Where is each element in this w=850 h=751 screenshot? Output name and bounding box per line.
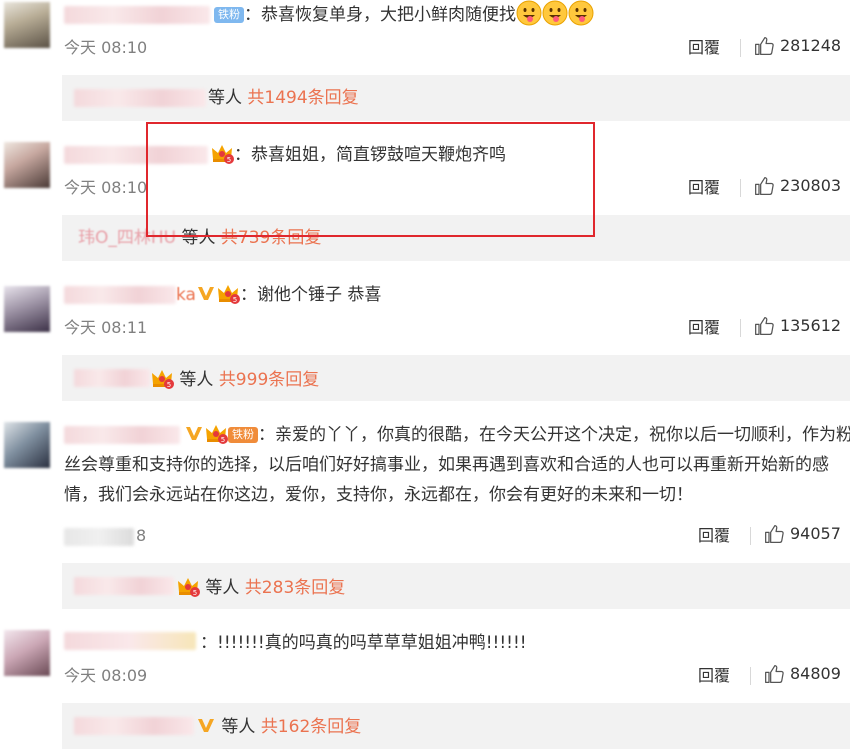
reply-button[interactable]: 回覆: [688, 178, 720, 198]
sub-reply-count-link[interactable]: 共162条回复: [261, 717, 361, 737]
reply-button[interactable]: 回覆: [698, 526, 730, 546]
sub-reply-count-link[interactable]: 共739条回复: [221, 228, 321, 248]
username-tail[interactable]: ka: [176, 285, 196, 305]
avatar[interactable]: [4, 286, 50, 332]
comment-text: 铁粉 ：亲爱的丫丫，你真的很酷，在今天公开这个决定，祝你以后一切顺利，作为粉丝会尊…: [64, 420, 850, 510]
reply-button[interactable]: 回覆: [688, 318, 720, 338]
comment-time: 8: [136, 526, 147, 545]
sub-reply-summary: 等人 共162条回复: [196, 715, 361, 738]
sub-reply-users-blurred: [74, 717, 194, 735]
fan-crown-icon: [210, 142, 234, 164]
tongue-face-emoji: [542, 0, 568, 26]
divider: [750, 667, 751, 685]
thumbs-up-icon: [754, 176, 774, 196]
thumbs-up-icon: [754, 36, 774, 56]
reply-button[interactable]: 回覆: [688, 38, 720, 58]
like-count: 84809: [790, 664, 841, 683]
like-button[interactable]: 230803: [754, 176, 841, 196]
like-button[interactable]: 84809: [764, 664, 841, 684]
avatar[interactable]: [4, 142, 50, 188]
thumbs-up-icon: [754, 316, 774, 336]
like-count: 230803: [780, 176, 842, 195]
sub-reply-count-link[interactable]: 共999条回复: [219, 370, 319, 390]
like-button[interactable]: 94057: [764, 524, 841, 544]
sub-reply-summary: 玮O_四林HU 等人 共739条回复: [78, 228, 322, 248]
comment-text: 铁粉 ：恭喜恢复单身，大把小鲜肉随便找: [64, 0, 594, 30]
thumbs-up-icon: [764, 664, 784, 684]
comment-text: ka ：谢他个锤子 恭喜: [64, 280, 381, 310]
sub-reply-summary: 等人 共1494条回复: [208, 88, 359, 108]
like-count: 94057: [790, 524, 841, 543]
divider: [740, 39, 741, 57]
divider: [750, 527, 751, 545]
verified-v-icon: [196, 715, 216, 735]
fan-crown-icon: [150, 367, 174, 389]
comment-time: 今天 08:09: [64, 666, 148, 685]
reply-button[interactable]: 回覆: [698, 666, 730, 686]
sub-replies-box: 等人 共999条回复: [62, 355, 850, 401]
verified-v-icon: [196, 283, 216, 303]
sub-reply-user[interactable]: 玮O_四林HU: [78, 228, 176, 248]
sub-replies-box: 等人 共283条回复: [62, 563, 850, 609]
tongue-face-emoji: [568, 0, 594, 26]
fan-crown-icon: [204, 422, 228, 444]
sub-reply-users-blurred: [74, 577, 174, 595]
like-button[interactable]: 135612: [754, 316, 841, 336]
like-count: 135612: [780, 316, 842, 335]
sub-reply-count-link[interactable]: 共283条回复: [245, 578, 345, 598]
divider: [740, 319, 741, 337]
thumbs-up-icon: [764, 524, 784, 544]
comment-text: ：!!!!!!!真的吗真的吗草草草姐姐冲鸭!!!!!!: [200, 633, 527, 653]
comment-time: 今天 08:11: [64, 318, 148, 337]
sub-replies-box: 等人 共1494条回复: [62, 75, 850, 121]
comment-text: ：恭喜姐姐，简直锣鼓喧天鞭炮齐鸣: [64, 140, 506, 170]
comment-time-blurred: [64, 528, 134, 546]
comment-time: 今天 08:10: [64, 38, 148, 57]
avatar[interactable]: [4, 2, 50, 48]
like-count: 281248: [780, 36, 842, 55]
avatar[interactable]: [4, 630, 50, 676]
fan-badge: 铁粉: [228, 427, 258, 443]
divider: [740, 179, 741, 197]
like-button[interactable]: 281248: [754, 36, 841, 56]
fan-crown-icon: [176, 575, 200, 597]
sub-reply-count-link[interactable]: 共1494条回复: [247, 88, 358, 108]
sub-reply-summary: 等人 共999条回复: [150, 367, 319, 391]
sub-replies-box: 等人 共162条回复: [62, 703, 850, 749]
fan-crown-icon: [216, 282, 240, 304]
avatar[interactable]: [4, 422, 50, 468]
sub-reply-summary: 等人 共283条回复: [176, 575, 345, 599]
comment-time: 今天 08:10: [64, 178, 148, 197]
fan-badge: 铁粉: [214, 7, 244, 23]
sub-replies-box: 玮O_四林HU 等人 共739条回复: [62, 215, 850, 261]
sub-reply-users-blurred: [74, 369, 150, 387]
verified-v-icon: [184, 423, 204, 443]
sub-reply-users-blurred: [74, 89, 206, 107]
tongue-face-emoji: [516, 0, 542, 26]
